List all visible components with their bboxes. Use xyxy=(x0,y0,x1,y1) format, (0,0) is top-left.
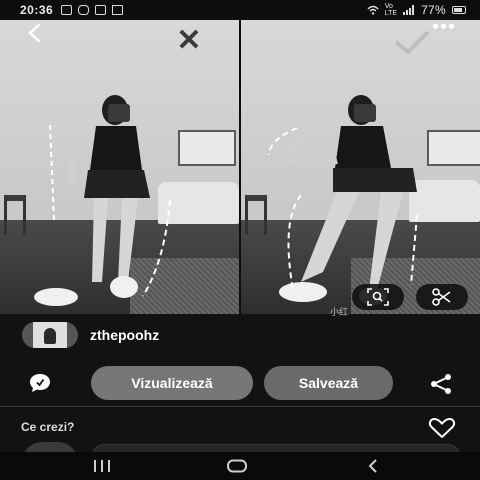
instagram-icon xyxy=(78,5,90,15)
home-glyph xyxy=(227,459,247,473)
back-arrow-glyph xyxy=(28,23,41,43)
back-arrow-icon[interactable] xyxy=(24,22,48,46)
avatar[interactable] xyxy=(22,322,78,348)
system-nav-bar xyxy=(0,452,480,480)
wifi-icon xyxy=(367,5,379,15)
signal-icon xyxy=(403,5,415,15)
before-photo xyxy=(0,20,239,314)
battery-icon xyxy=(452,6,466,14)
checkmark-icon xyxy=(394,30,430,54)
volte-icon: Vo LTE xyxy=(384,3,398,17)
visual-search-icon xyxy=(367,288,389,306)
recent-apps-glyph xyxy=(94,460,110,472)
status-bar: 20:36 Vo LTE 77% xyxy=(0,0,480,20)
username[interactable]: zthepoohz xyxy=(90,327,159,343)
recent-apps-icon[interactable] xyxy=(90,457,114,475)
section-divider xyxy=(0,406,480,407)
comment-bubble-icon[interactable] xyxy=(29,373,51,393)
person-figure xyxy=(268,95,418,305)
email-icon xyxy=(95,5,107,15)
close-x-icon: ✕ xyxy=(176,24,202,57)
battery-percentage: 77% xyxy=(421,3,446,17)
creator-row[interactable]: zthepoohz xyxy=(22,322,159,348)
pin-image[interactable]: ✕ xyxy=(0,20,480,314)
watermark: 小红 xyxy=(330,307,349,317)
back-glyph xyxy=(368,459,377,473)
heart-icon[interactable] xyxy=(428,418,456,438)
visual-search-button[interactable] xyxy=(352,284,404,310)
scissors-icon xyxy=(432,288,451,306)
action-row: Vizualizează Salvează xyxy=(0,366,480,400)
after-photo xyxy=(241,20,480,314)
crop-scissors-button[interactable] xyxy=(416,284,468,310)
more-dots-icon[interactable]: ••• xyxy=(432,17,462,42)
status-time: 20:36 xyxy=(20,3,54,17)
camera-icon xyxy=(112,5,124,15)
share-icon[interactable] xyxy=(429,373,453,395)
visit-button[interactable]: Vizualizează xyxy=(91,366,253,400)
photo-icon xyxy=(61,5,73,15)
home-icon[interactable] xyxy=(224,457,250,475)
pin-detail-screen: 20:36 Vo LTE 77% ✕ ••• 小红 zthepoohz Vizu… xyxy=(0,0,480,480)
system-indicators: Vo LTE 77% xyxy=(367,3,466,17)
back-icon[interactable] xyxy=(362,457,384,475)
comments-title: Ce crezi? xyxy=(21,420,75,434)
save-button[interactable]: Salvează xyxy=(264,366,393,400)
notification-icons xyxy=(61,5,124,15)
person-figure xyxy=(34,95,171,306)
